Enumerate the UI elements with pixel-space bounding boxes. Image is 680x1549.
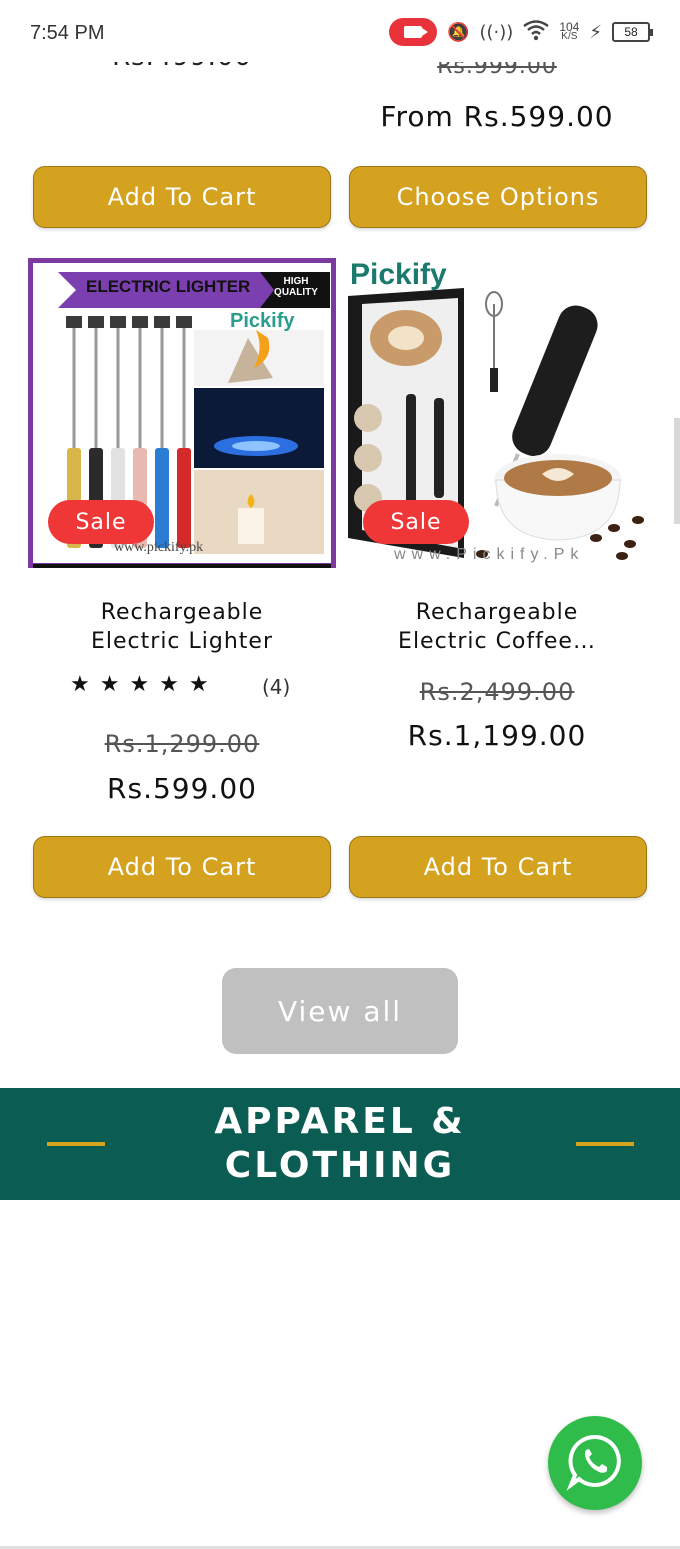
- image-brand-logo: Pickify: [230, 310, 295, 332]
- product-title-line1: Rechargeable: [100, 600, 264, 625]
- product-title-line2: Electric Coffee…: [398, 629, 596, 654]
- top-right-price: From Rs.599.00: [380, 100, 614, 133]
- image-url-text: www.Pickify.Pk: [394, 546, 585, 563]
- rating-count: (4): [262, 675, 291, 699]
- image-badge-text: HIGH QUALITY: [274, 276, 318, 298]
- wifi-icon: [523, 19, 550, 46]
- hotspot-icon: ((·)): [479, 21, 514, 43]
- add-to-cart-button[interactable]: Add To Cart: [33, 166, 331, 228]
- status-bar: 7:54 PM 🔕 ((·)) 104 K/S ⚡ 58: [0, 0, 680, 62]
- status-time: 7:54 PM: [30, 22, 105, 44]
- network-speed: 104 K/S: [559, 21, 579, 42]
- rating-stars: ★★★★★: [70, 672, 219, 697]
- product-title[interactable]: Rechargeable Electric Coffee…: [346, 598, 648, 656]
- sale-price: Rs.1,199.00: [407, 719, 587, 752]
- sale-price: Rs.599.00: [107, 772, 257, 805]
- sale-badge: Sale: [363, 500, 469, 544]
- status-icons: 🔕 ((·)) 104 K/S ⚡ 58: [389, 18, 653, 46]
- charging-icon: ⚡: [589, 21, 602, 43]
- view-all-button[interactable]: View all: [222, 968, 458, 1054]
- section-banner: APPAREL & CLOTHING: [0, 1088, 680, 1200]
- section-divider-right: [576, 1142, 634, 1146]
- battery-icon: 58: [612, 22, 653, 42]
- mute-notifications-icon: 🔕: [447, 21, 470, 43]
- whatsapp-icon: [565, 1431, 625, 1495]
- choose-options-button[interactable]: Choose Options: [349, 166, 647, 228]
- old-price: Rs.1,299.00: [104, 730, 260, 758]
- sale-badge: Sale: [48, 500, 154, 544]
- scrollbar-thumb[interactable]: [674, 418, 680, 524]
- old-price: Rs.2,499.00: [419, 678, 575, 706]
- add-to-cart-button[interactable]: Add To Cart: [33, 836, 331, 898]
- product-title-line1: Rechargeable: [415, 600, 579, 625]
- product-title-line2: Electric Lighter: [91, 629, 273, 654]
- product-title[interactable]: Rechargeable Electric Lighter: [28, 598, 336, 656]
- network-speed-unit: K/S: [561, 31, 578, 42]
- image-banner-text: ELECTRIC LIGHTER: [86, 277, 251, 296]
- whatsapp-chat-button[interactable]: [548, 1416, 642, 1510]
- add-to-cart-button[interactable]: Add To Cart: [349, 836, 647, 898]
- image-brand-logo: Pickify: [350, 258, 447, 291]
- screen-record-icon: [389, 18, 438, 46]
